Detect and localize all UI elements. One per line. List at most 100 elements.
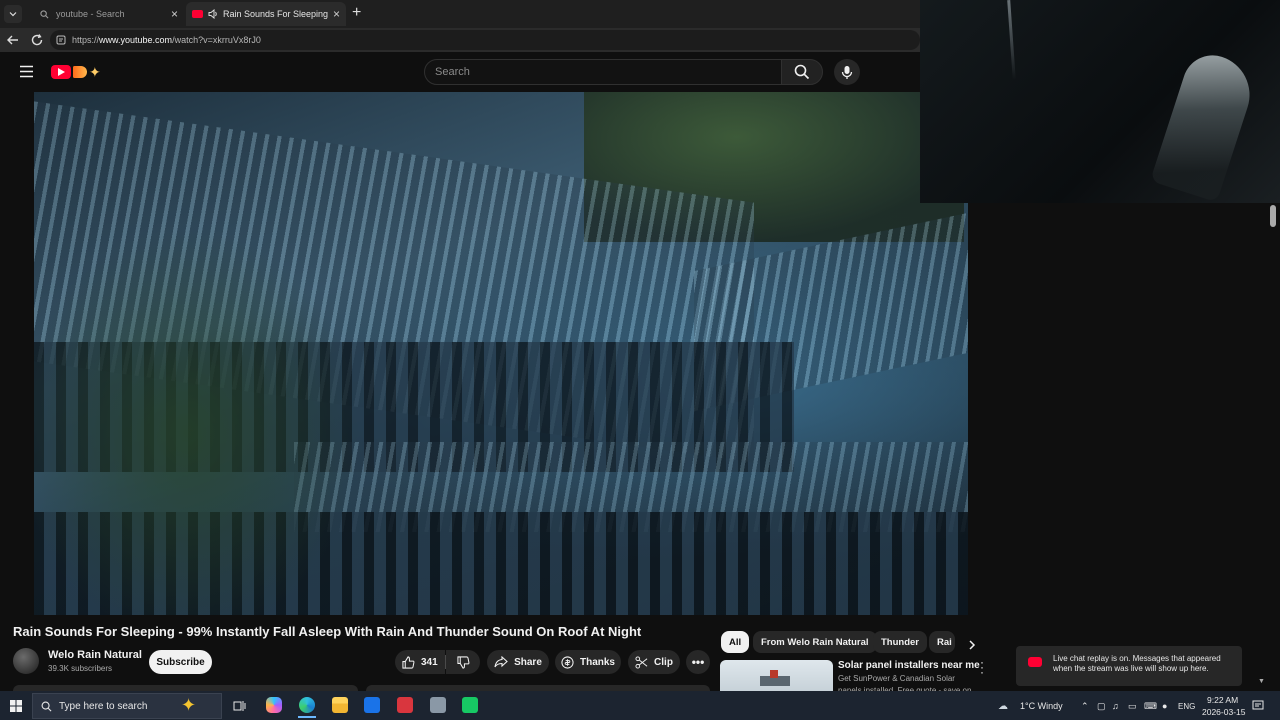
search-icon <box>41 701 52 712</box>
like-count: 341 <box>421 656 438 668</box>
tab-rain-sounds[interactable]: Rain Sounds For Sleeping - 99 × <box>186 2 346 26</box>
url-path: /watch?v=xkrruVx8rJ0 <box>172 35 261 45</box>
microphone-icon <box>841 65 853 79</box>
youtube-icon <box>1028 657 1042 667</box>
tab-list-button[interactable] <box>4 5 22 23</box>
copilot-icon[interactable] <box>266 697 282 713</box>
secondary-panel <box>1002 203 1280 690</box>
doodle-flame-icon <box>73 66 87 78</box>
file-explorer-icon[interactable] <box>332 697 348 713</box>
outlook-icon[interactable] <box>364 697 380 713</box>
new-tab-button[interactable]: + <box>352 4 361 22</box>
chevron-down-icon <box>9 12 17 17</box>
scrollbar-track[interactable] <box>1268 203 1280 690</box>
edge-browser-icon[interactable] <box>299 697 315 713</box>
search-icon <box>38 8 50 20</box>
tab-label: youtube - Search <box>56 9 125 19</box>
thumbs-up-icon <box>402 655 415 669</box>
live-chat-replay-notice: Live chat replay is on. Messages that ap… <box>1016 646 1242 686</box>
close-tab-icon[interactable]: × <box>333 7 340 21</box>
chevron-right-icon[interactable] <box>967 639 977 651</box>
youtube-logo[interactable]: ✦ <box>51 64 111 80</box>
address-bar-row: https://www.youtube.com/watch?v=xkrruVx8… <box>0 28 920 52</box>
green-app-icon[interactable] <box>462 697 478 713</box>
dislike-button[interactable] <box>446 650 480 674</box>
recommendation-thumbnail[interactable] <box>720 660 833 691</box>
scrollbar-thumb[interactable] <box>1270 205 1276 227</box>
clock-time[interactable]: 9:22 AM <box>1207 695 1238 705</box>
recommendation-line-1: Get SunPower & Canadian Solar <box>838 674 955 683</box>
photos-app-icon[interactable] <box>430 697 446 713</box>
menu-icon[interactable] <box>19 65 34 78</box>
scroll-down-arrow[interactable]: ▼ <box>1258 678 1265 685</box>
notifications-icon[interactable] <box>1252 700 1264 712</box>
speaker-icon <box>207 8 219 20</box>
close-tab-icon[interactable]: × <box>171 7 178 21</box>
thumbs-down-icon <box>456 655 469 669</box>
thanks-button[interactable]: Thanks <box>555 650 621 674</box>
battery-icon[interactable]: ▭ <box>1128 701 1137 712</box>
thanks-icon <box>561 655 574 669</box>
thumbnail-boat-accent <box>770 670 778 678</box>
taskbar-search-box[interactable]: Type here to search ✦ <box>32 693 222 719</box>
youtube-header: ✦ Search <box>0 52 1000 92</box>
recommendation-title[interactable]: Solar panel installers near me <box>838 660 980 671</box>
overlay-chair-shape <box>1150 47 1260 203</box>
site-info-icon[interactable] <box>56 35 66 45</box>
weather-text[interactable]: 1°C Windy <box>1020 701 1063 711</box>
tray-overflow-icon[interactable]: ⌃ <box>1081 701 1089 712</box>
channel-name[interactable]: Welo Rain Natural <box>48 649 142 661</box>
video-player[interactable] <box>34 92 968 615</box>
more-horizontal-icon: ••• <box>691 655 705 669</box>
clock-date[interactable]: 2026-03-15 <box>1202 707 1245 717</box>
search-highlight-sparkle-icon: ✦ <box>181 695 197 715</box>
voice-search-button[interactable] <box>834 59 860 85</box>
youtube-play-logo-icon <box>51 65 71 79</box>
video-title: Rain Sounds For Sleeping - 99% Instantly… <box>13 624 642 639</box>
live-chat-replay-text: Live chat replay is on. Messages that ap… <box>1053 654 1221 673</box>
search-button[interactable] <box>781 59 823 85</box>
doodle-sparkle-icon: ✦ <box>89 64 101 80</box>
chip-rain[interactable]: Rai <box>929 631 955 653</box>
gift-app-icon[interactable] <box>397 697 413 713</box>
subscriber-count: 39.3K subscribers <box>48 664 113 673</box>
touch-keyboard-icon[interactable]: ⌨ <box>1144 701 1157 712</box>
chip-thunder[interactable]: Thunder <box>873 631 927 653</box>
windows-start-icon[interactable] <box>10 700 22 712</box>
volume-icon[interactable]: ♫ <box>1112 701 1119 711</box>
clip-button[interactable]: Clip <box>628 650 680 674</box>
tab-label: Rain Sounds For Sleeping - 99 <box>223 9 329 19</box>
network-icon[interactable]: ▢ <box>1097 701 1106 712</box>
search-icon <box>794 64 810 80</box>
recommendation-more-icon[interactable]: · · · <box>980 656 984 678</box>
task-view-icon[interactable] <box>233 700 246 712</box>
youtube-favicon-icon <box>192 10 203 18</box>
more-actions-button[interactable]: ••• <box>686 650 710 674</box>
refresh-icon[interactable] <box>30 33 44 47</box>
weather-icon[interactable]: ☁ <box>998 701 1008 712</box>
search-input[interactable]: Search <box>424 59 782 85</box>
subscribe-button[interactable]: Subscribe <box>149 650 212 674</box>
back-arrow-icon[interactable] <box>6 33 20 47</box>
url-field[interactable]: https://www.youtube.com/watch?v=xkrruVx8… <box>50 30 920 50</box>
chip-all[interactable]: All <box>721 631 750 653</box>
microphone-tray-icon[interactable]: ● <box>1162 701 1167 711</box>
share-label: Share <box>514 656 542 668</box>
like-button[interactable]: 341 <box>395 650 445 674</box>
channel-avatar[interactable] <box>13 648 39 674</box>
share-button[interactable]: Share <box>487 650 549 674</box>
overlay-light-streak <box>1007 0 1016 81</box>
clip-label: Clip <box>654 656 673 668</box>
language-indicator[interactable]: ENG <box>1178 702 1195 711</box>
camera-overlay <box>920 0 1280 203</box>
share-icon <box>494 656 508 668</box>
url-prefix: https:// <box>72 35 100 45</box>
url-host: www.youtube.com <box>99 35 173 45</box>
taskbar-search-placeholder: Type here to search <box>59 701 148 712</box>
thanks-label: Thanks <box>579 656 615 668</box>
video-plant-left <box>34 212 374 615</box>
tab-youtube-search[interactable]: youtube - Search × <box>28 2 184 26</box>
edge-active-indicator <box>298 716 316 718</box>
chip-from-channel[interactable]: From Welo Rain Natural <box>753 631 877 653</box>
scissors-icon <box>635 655 648 669</box>
